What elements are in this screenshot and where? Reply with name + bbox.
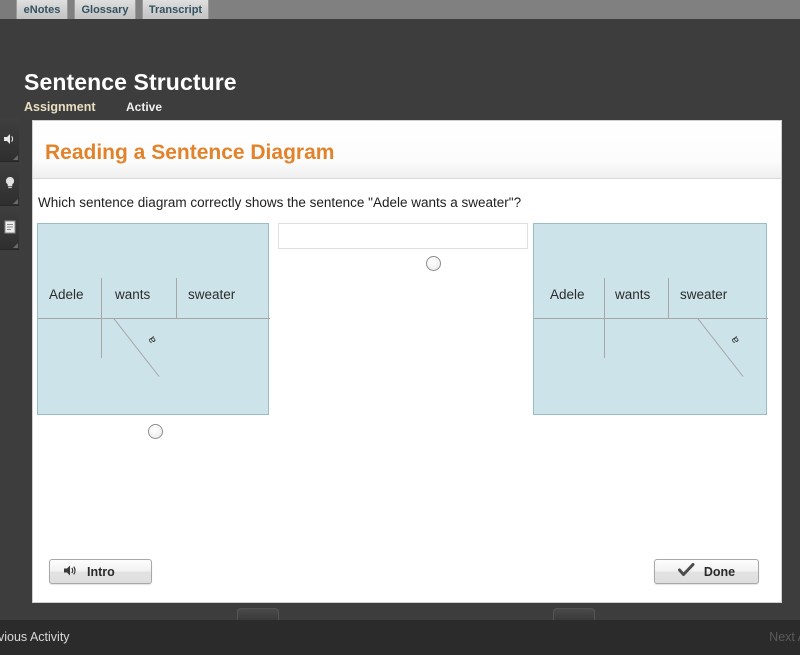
done-button-label: Done	[704, 565, 735, 579]
bottom-tab-stub-1[interactable]	[237, 608, 279, 620]
tab-glossary[interactable]: Glossary	[74, 0, 136, 19]
question-text: Which sentence diagram correctly shows t…	[38, 195, 521, 210]
done-button[interactable]: Done	[654, 559, 759, 584]
rail-bulb-button[interactable]	[0, 162, 19, 206]
sentence-diagram-a: Adele wants sweater a	[38, 224, 268, 414]
previous-activity-link[interactable]: vious Activity	[0, 630, 70, 644]
document-icon	[1, 214, 18, 240]
diagram-baseline	[38, 318, 270, 319]
option-a-radio[interactable]	[148, 424, 163, 439]
lesson-window: eNotes Glossary Transcript Sentence Stru…	[0, 0, 800, 655]
rail-speaker-button[interactable]	[0, 118, 19, 162]
tab-enotes-label: eNotes	[24, 4, 61, 16]
sentence-diagram-c: Adele wants sweater a	[534, 224, 766, 414]
tab-glossary-label: Glossary	[81, 4, 128, 16]
diagram-a-modifier: a	[145, 334, 158, 345]
modifier-slant-line	[113, 318, 159, 377]
rail-document-button[interactable]	[0, 206, 19, 250]
page-header: Sentence Structure Assignment Active	[0, 19, 800, 120]
status-badge: Active	[126, 100, 162, 114]
diagram-a-verb: wants	[115, 287, 150, 302]
option-b-box	[278, 223, 528, 249]
tab-strip-left-cap	[0, 0, 16, 19]
tab-transcript[interactable]: Transcript	[142, 0, 209, 19]
check-icon	[678, 563, 695, 580]
diagram-c-modifier: a	[728, 334, 741, 345]
activity-navigation-bar: vious Activity Next A	[0, 620, 800, 655]
top-tab-strip: eNotes Glossary Transcript	[0, 0, 800, 19]
diagram-c-verb: wants	[615, 287, 650, 302]
speaker-icon	[63, 564, 78, 580]
intro-button[interactable]: Intro	[49, 559, 152, 584]
bottom-tab-stub-2[interactable]	[553, 608, 595, 620]
option-c-diagram: Adele wants sweater a	[533, 223, 767, 415]
diagram-c-object: sweater	[680, 287, 727, 302]
verb-object-divider	[668, 278, 669, 318]
rail-corner-marker	[13, 243, 18, 248]
activity-title: Reading a Sentence Diagram	[45, 141, 334, 165]
page-title: Sentence Structure	[24, 69, 237, 96]
rail-corner-marker	[13, 155, 18, 160]
tab-enotes[interactable]: eNotes	[16, 0, 68, 19]
assignment-label: Assignment	[24, 100, 96, 114]
modifier-slant-line	[697, 318, 743, 377]
next-activity-link[interactable]: Next A	[769, 630, 800, 644]
left-tool-rail	[0, 118, 19, 250]
answer-options: Adele wants sweater a	[33, 221, 783, 551]
activity-panel: Reading a Sentence Diagram Which sentenc…	[32, 120, 782, 603]
intro-button-label: Intro	[87, 565, 115, 579]
tab-transcript-label: Transcript	[149, 4, 202, 16]
rail-corner-marker	[13, 199, 18, 204]
diagram-a-object: sweater	[188, 287, 235, 302]
option-a[interactable]: Adele wants sweater a	[37, 223, 269, 415]
bulb-icon	[1, 170, 18, 196]
subject-verb-divider	[101, 278, 102, 358]
speaker-icon	[1, 126, 18, 152]
panel-header: Reading a Sentence Diagram	[33, 121, 781, 179]
option-c[interactable]: Adele wants sweater a	[533, 223, 767, 415]
verb-object-divider	[176, 278, 177, 318]
subject-verb-divider	[604, 278, 605, 358]
diagram-a-subject: Adele	[49, 287, 84, 302]
diagram-c-subject: Adele	[550, 287, 585, 302]
option-b[interactable]	[278, 223, 528, 249]
option-a-diagram: Adele wants sweater a	[37, 223, 269, 415]
option-b-radio[interactable]	[426, 256, 441, 271]
diagram-baseline	[534, 318, 768, 319]
